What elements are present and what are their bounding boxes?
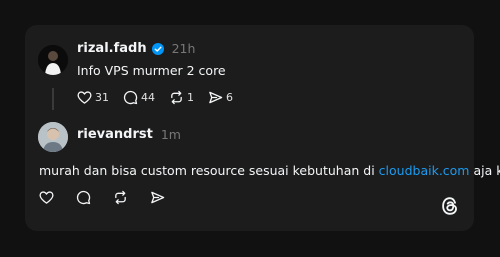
threads-card: rizal.fadh 21h Info VPS murmer 2 core 31… <box>25 25 500 231</box>
heart-icon <box>77 91 92 104</box>
like-count: 31 <box>95 91 109 104</box>
avatar-photo <box>38 45 68 75</box>
post-text: Info VPS murmer 2 core <box>77 63 226 78</box>
reply-username[interactable]: rievandrst <box>77 127 153 142</box>
share-button[interactable]: 6 <box>208 90 233 105</box>
like-button[interactable]: 31 <box>77 90 109 105</box>
reply-text-before: murah dan bisa custom resource sesuai ke… <box>39 163 379 178</box>
reply-link[interactable]: cloudbaik.com <box>379 163 470 178</box>
post-actions: 31 44 1 6 <box>77 90 247 105</box>
threads-logo-icon[interactable] <box>439 195 461 217</box>
repost-button[interactable]: 1 <box>169 90 194 105</box>
reply-avatar-photo <box>38 122 68 152</box>
reply-button[interactable]: 44 <box>123 90 155 105</box>
avatar[interactable] <box>38 45 68 75</box>
thread-line <box>52 88 54 110</box>
post-header: rizal.fadh 21h <box>77 41 195 56</box>
reply-avatar[interactable] <box>38 122 68 152</box>
reply-header: rievandrst 1m <box>77 127 181 142</box>
reply-time: 1m <box>160 127 181 142</box>
send-icon <box>209 91 223 104</box>
repost-icon <box>171 90 182 105</box>
comment-icon <box>123 90 138 105</box>
repost-count: 1 <box>187 91 194 104</box>
verified-badge-icon <box>151 42 164 55</box>
reply-actions <box>39 190 187 205</box>
reply-share-button[interactable] <box>150 190 165 205</box>
reply-like-button[interactable] <box>39 190 54 205</box>
comment-icon <box>76 190 91 205</box>
username[interactable]: rizal.fadh <box>77 41 147 56</box>
share-count: 6 <box>226 91 233 104</box>
reply-comment-button[interactable] <box>76 190 91 205</box>
heart-icon <box>39 191 54 204</box>
reply-count: 44 <box>141 91 155 104</box>
repost-icon <box>115 190 126 205</box>
post-time: 21h <box>171 41 196 56</box>
reply-text-after: aja kak <box>473 163 500 178</box>
send-icon <box>151 191 165 204</box>
reply-text: murah dan bisa custom resource sesuai ke… <box>39 163 500 178</box>
reply-repost-button[interactable] <box>113 190 128 205</box>
